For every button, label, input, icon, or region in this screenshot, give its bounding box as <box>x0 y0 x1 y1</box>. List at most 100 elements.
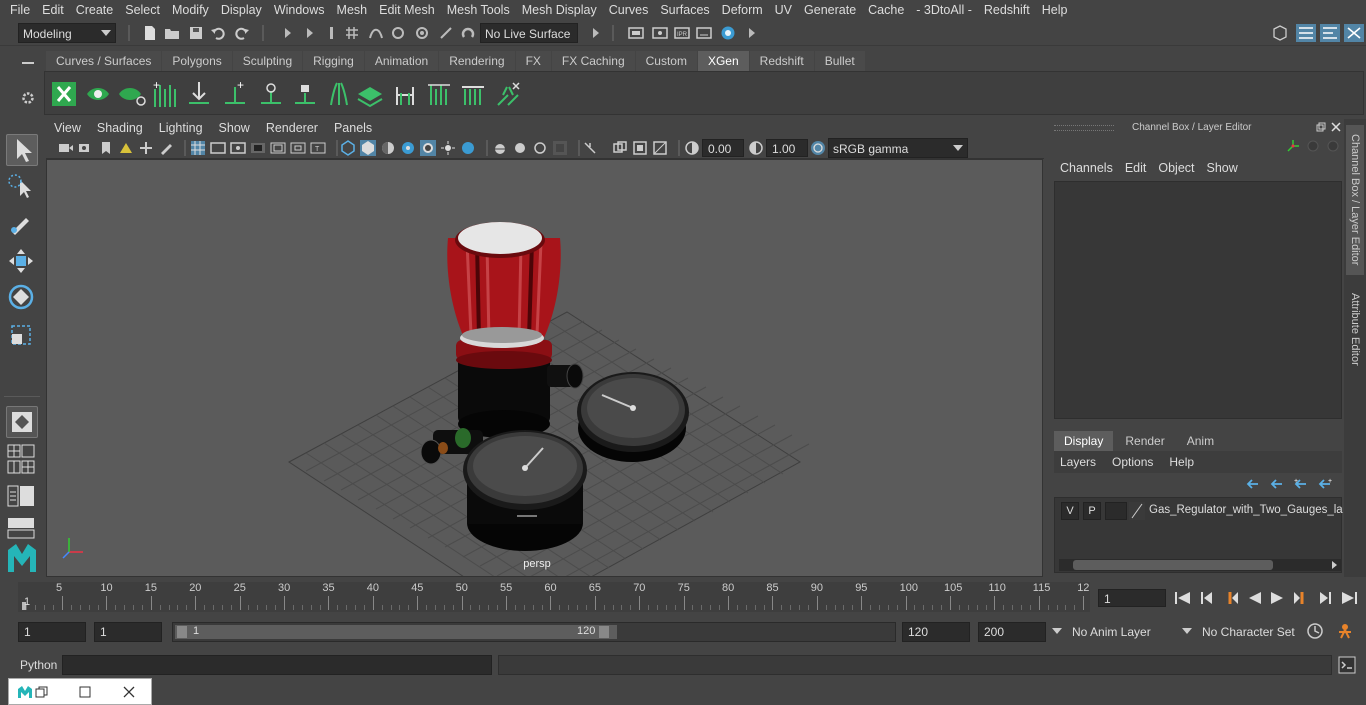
smooth-shade-icon[interactable] <box>360 140 376 156</box>
gamma-field[interactable]: 1.00 <box>766 139 808 157</box>
menu-file[interactable]: File <box>4 3 36 17</box>
menu-modify[interactable]: Modify <box>166 3 215 17</box>
textured-icon[interactable] <box>400 140 416 156</box>
shelf-tab-fx[interactable]: FX <box>515 51 551 71</box>
select-by-component-icon[interactable] <box>324 25 340 41</box>
layer-row[interactable]: V P Gas_Regulator_with_Two_Gauges_la <box>1059 502 1343 520</box>
scene-start-field[interactable]: 1 <box>18 622 86 642</box>
select-camera-icon[interactable] <box>58 140 74 156</box>
current-frame-field[interactable]: 1 <box>1098 589 1166 607</box>
shelf-tab-rendering[interactable]: Rendering <box>439 51 515 71</box>
gamma-icon[interactable] <box>748 140 764 156</box>
resolution-gate-icon[interactable] <box>230 140 246 156</box>
channel-box-sync-icon[interactable] <box>1326 139 1340 153</box>
layer-color-swatch[interactable] <box>1129 502 1145 520</box>
layer-scrollbar[interactable] <box>1059 559 1341 571</box>
shelf-tab-sculpting[interactable]: Sculpting <box>232 51 303 71</box>
xgen-hide-icon[interactable] <box>117 81 147 107</box>
scrollbar-thumb[interactable] <box>1073 560 1273 570</box>
menu-mesh-display[interactable]: Mesh Display <box>516 3 603 17</box>
move-layer-down-icon[interactable] <box>1268 477 1284 491</box>
menu-mesh[interactable]: Mesh <box>331 3 374 17</box>
snap-to-view-plane-icon[interactable] <box>414 25 430 41</box>
range-start-handle[interactable] <box>177 626 187 638</box>
four-view-layout[interactable] <box>6 444 38 460</box>
range-end-handle[interactable] <box>599 626 609 638</box>
exposure-field[interactable]: 0.00 <box>702 139 744 157</box>
grease-pencil-icon[interactable] <box>158 140 174 156</box>
new-layer-selected-icon[interactable]: + <box>1318 477 1334 491</box>
normalize-guides-icon[interactable] <box>459 79 487 109</box>
workspace-icon[interactable] <box>1272 25 1288 41</box>
single-perspective-layout[interactable] <box>6 406 38 438</box>
shelf-tab-polygons[interactable]: Polygons <box>162 51 232 71</box>
command-input[interactable] <box>62 655 492 675</box>
command-language-label[interactable]: Python <box>20 658 57 672</box>
xray-active-icon[interactable] <box>612 140 628 156</box>
channel-box-toggle-icon[interactable] <box>1296 24 1316 42</box>
bookmark-icon[interactable] <box>98 140 114 156</box>
cut-guides-icon[interactable] <box>425 79 453 109</box>
exposure-icon[interactable] <box>684 140 700 156</box>
default-material-icon[interactable] <box>380 140 396 156</box>
safe-action-icon[interactable] <box>290 140 306 156</box>
noise-guides-icon[interactable] <box>493 79 523 109</box>
playback-toggle[interactable]: P <box>1083 502 1101 520</box>
depth-of-field-icon[interactable] <box>532 140 548 156</box>
viewport-menu-renderer[interactable]: Renderer <box>258 121 326 135</box>
flip-guides-icon[interactable] <box>355 79 385 109</box>
channel-box-axis-icon[interactable] <box>1286 139 1300 153</box>
select-tool[interactable] <box>6 134 38 166</box>
character-set-dropdown[interactable]: No Character Set <box>1180 622 1300 642</box>
go-to-start-icon[interactable] <box>1174 590 1192 606</box>
density-guides-icon[interactable] <box>391 79 419 109</box>
shelf-menu-icon[interactable] <box>20 58 36 68</box>
grid-toggle-icon[interactable] <box>190 140 206 156</box>
shelf-tab-bullet[interactable]: Bullet <box>814 51 865 71</box>
visibility-toggle[interactable]: V <box>1061 502 1079 520</box>
viewport-menu-shading[interactable]: Shading <box>89 121 151 135</box>
menu-edit[interactable]: Edit <box>36 3 70 17</box>
wireframe-icon[interactable] <box>340 140 356 156</box>
auto-key-icon[interactable] <box>1306 622 1324 640</box>
undo-icon[interactable] <box>210 25 226 41</box>
sculpt-guides-icon[interactable] <box>257 79 285 109</box>
select-by-object-icon[interactable] <box>302 25 318 41</box>
paint-select-tool[interactable] <box>6 208 38 240</box>
menu-3dtoall[interactable]: - 3DtoAll - <box>910 3 978 17</box>
tool-settings-toggle-icon[interactable] <box>1344 24 1364 42</box>
shelf-tab-rigging[interactable]: Rigging <box>303 51 364 71</box>
outliner-layout[interactable] <box>6 484 38 508</box>
viewport-menu-view[interactable]: View <box>46 121 89 135</box>
magnet-icon[interactable] <box>460 25 476 41</box>
layer-menu-options[interactable]: Options <box>1112 455 1169 469</box>
scale-tool[interactable] <box>6 320 38 352</box>
menu-create[interactable]: Create <box>70 3 120 17</box>
range-slider-track[interactable]: 1 120 <box>172 622 896 642</box>
channel-box-menu-edit[interactable]: Edit <box>1125 161 1159 175</box>
xgen-preview-icon[interactable] <box>85 81 111 107</box>
close-icon[interactable] <box>123 686 135 698</box>
layer-menu-help[interactable]: Help <box>1169 455 1210 469</box>
expand-arrow-icon[interactable] <box>588 25 604 41</box>
tab-channel-box[interactable]: Channel Box / Layer Editor <box>1346 125 1364 275</box>
script-editor-icon[interactable] <box>1338 656 1356 674</box>
display-type-toggle[interactable] <box>1105 502 1127 520</box>
shelf-settings-icon[interactable] <box>20 90 36 106</box>
add-guide-icon[interactable]: + <box>221 79 249 109</box>
layer-name[interactable]: Gas_Regulator_with_Two_Gauges_la <box>1149 504 1343 516</box>
layer-menu-layers[interactable]: Layers <box>1060 455 1112 469</box>
playback-start-field[interactable]: 1 <box>94 622 162 642</box>
gate-mask-icon[interactable] <box>250 140 266 156</box>
field-chart-icon[interactable] <box>270 140 286 156</box>
float-panel-icon[interactable] <box>1316 122 1326 132</box>
move-layer-up-icon[interactable] <box>1244 477 1260 491</box>
play-backwards-icon[interactable] <box>1246 590 1264 606</box>
perspective-viewport[interactable]: persp <box>46 159 1043 577</box>
layer-tab-anim[interactable]: Anim <box>1176 431 1225 451</box>
menu-redshift[interactable]: Redshift <box>978 3 1036 17</box>
film-gate-icon[interactable] <box>210 140 226 156</box>
menu-cache[interactable]: Cache <box>862 3 910 17</box>
menu-curves[interactable]: Curves <box>603 3 655 17</box>
restore-icon[interactable] <box>35 686 49 698</box>
